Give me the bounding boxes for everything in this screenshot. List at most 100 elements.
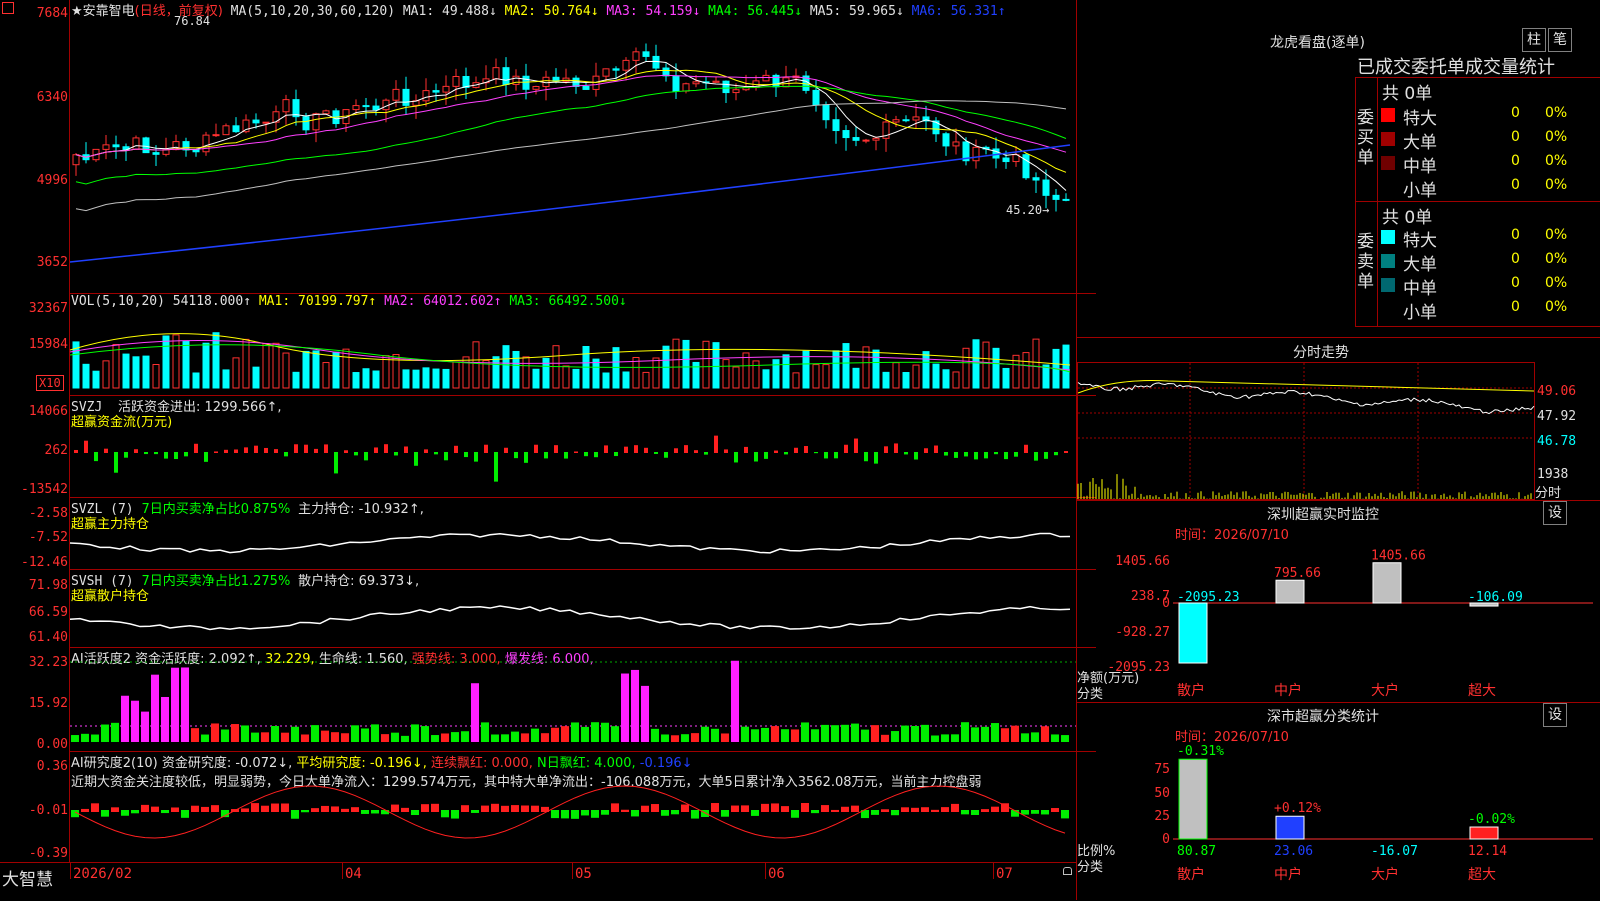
research-bar	[661, 810, 669, 816]
activity-bar	[641, 685, 649, 742]
flow-bar	[944, 452, 948, 456]
research-bar	[931, 809, 939, 812]
research-bar	[591, 810, 599, 818]
tick	[765, 863, 766, 879]
research-bar	[291, 810, 299, 819]
activity-bar	[811, 729, 819, 742]
toggle-bar-button[interactable]: 柱	[1522, 28, 1546, 52]
ai-research-bars[interactable]	[70, 782, 1076, 862]
volume-bar	[522, 356, 530, 389]
candlestick-chart[interactable]	[69, 20, 1076, 290]
intraday-vol: 1938	[1537, 467, 1569, 482]
candle-body	[642, 51, 650, 57]
ai-res-axis-label: -0.39	[28, 846, 68, 861]
activity-bar	[91, 734, 99, 742]
research-bar	[561, 810, 569, 819]
volume-bar	[952, 371, 960, 389]
order-count: 0	[1511, 299, 1520, 315]
activity-bar	[461, 731, 469, 742]
activity-bar	[111, 722, 119, 742]
research-bar	[681, 804, 689, 812]
vol-value: 54118.000↑	[172, 294, 252, 309]
flow-bar	[1014, 452, 1018, 457]
ratio-bar	[1178, 758, 1208, 840]
candle-body	[322, 110, 330, 115]
candle-body	[492, 67, 500, 80]
research-bar	[601, 810, 609, 815]
category-label: 超大	[1468, 867, 1496, 883]
activity-bar	[241, 725, 249, 742]
dragon-tab[interactable]: 已成交委托单成交量统计	[1357, 53, 1555, 79]
activity-bar	[651, 728, 659, 742]
dragon-title: 龙虎看盘(逐单)	[1270, 35, 1365, 51]
order-percent: 0%	[1545, 299, 1568, 315]
svzl-line[interactable]	[69, 518, 1076, 568]
research-bar	[281, 803, 289, 812]
activity-bar	[251, 732, 259, 742]
flow-bar	[254, 445, 258, 453]
candle-body	[952, 141, 960, 147]
flow-bar	[804, 446, 808, 453]
activity-bar	[71, 735, 79, 742]
activity-bar	[941, 734, 949, 742]
monitor-settings-button[interactable]: 设	[1543, 501, 1567, 525]
activity-bar	[911, 725, 919, 742]
intraday-price-line	[1077, 382, 1535, 415]
research-bar	[401, 807, 409, 812]
research-bar	[551, 810, 559, 819]
monitor-xlabel: 分类	[1077, 687, 1104, 702]
research-bar	[871, 810, 879, 815]
candle-body	[942, 133, 950, 147]
research-bar	[151, 806, 159, 812]
volume-bar	[292, 371, 300, 389]
svsh-line[interactable]	[69, 590, 1076, 640]
candle-body	[1062, 198, 1070, 201]
volume-bar	[642, 371, 650, 389]
intraday-chart[interactable]	[1077, 362, 1535, 500]
flow-bar	[284, 452, 288, 457]
volume-bar	[852, 367, 860, 389]
volume-bar	[882, 371, 890, 389]
flow-bar	[784, 452, 788, 455]
svzj-bars[interactable]	[70, 418, 1076, 488]
volume-bar	[342, 348, 350, 389]
flow-bar	[414, 452, 418, 466]
research-bar	[441, 810, 449, 818]
classify-settings-button[interactable]: 设	[1543, 703, 1567, 727]
flow-bar	[524, 452, 528, 463]
order-row: 小单 0 0%	[1381, 176, 1600, 201]
toggle-tick-button[interactable]: 笔	[1548, 28, 1572, 52]
brand-label: 大智慧	[2, 870, 53, 890]
candle-body	[442, 85, 450, 93]
price-panel[interactable]: 7684 6340 4996 3652 ★安靠智电(日线，前复权) MA(5,1…	[0, 0, 1076, 293]
volume-bar	[782, 354, 790, 389]
ai-activity-bars[interactable]	[70, 656, 1076, 746]
settings-icon[interactable]	[2, 2, 14, 14]
volume-bars[interactable]	[69, 310, 1076, 390]
candle-body	[1002, 157, 1010, 163]
flow-bar	[154, 452, 158, 455]
candle-body	[422, 90, 430, 102]
sell-total: 共 0单	[1382, 208, 1433, 228]
lock-icon[interactable]	[1063, 867, 1072, 875]
category-label: 中户	[1274, 682, 1302, 699]
flow-bar	[994, 452, 998, 455]
flow-bar	[724, 449, 728, 453]
monitor-bars[interactable]: -2095.23 795.66 1405.66 -106.09 散户 中户 大户 超大	[1173, 545, 1593, 699]
activity-bar	[421, 726, 429, 742]
time-label: 06	[768, 866, 785, 882]
activity-bar	[591, 722, 599, 742]
flow-bar	[584, 452, 588, 457]
vol-axis-label: 15984	[28, 337, 68, 352]
activity-bar	[441, 733, 449, 742]
flow-bar	[694, 450, 698, 453]
classify-bars[interactable]: 80.87 23.06 -16.07 12.14 -0.31% +0.12% -0.02% 散…	[1173, 744, 1593, 895]
main-chart-area[interactable]: 7684 6340 4996 3652 ★安靠智电(日线，前复权) MA(5,1…	[0, 0, 1096, 900]
research-bar	[111, 807, 119, 812]
candle-body	[202, 134, 210, 153]
order-percent: 0%	[1545, 153, 1568, 169]
research-bar	[491, 803, 499, 812]
activity-bar	[531, 728, 539, 742]
candle-body	[992, 148, 1000, 159]
research-bar	[311, 808, 319, 812]
